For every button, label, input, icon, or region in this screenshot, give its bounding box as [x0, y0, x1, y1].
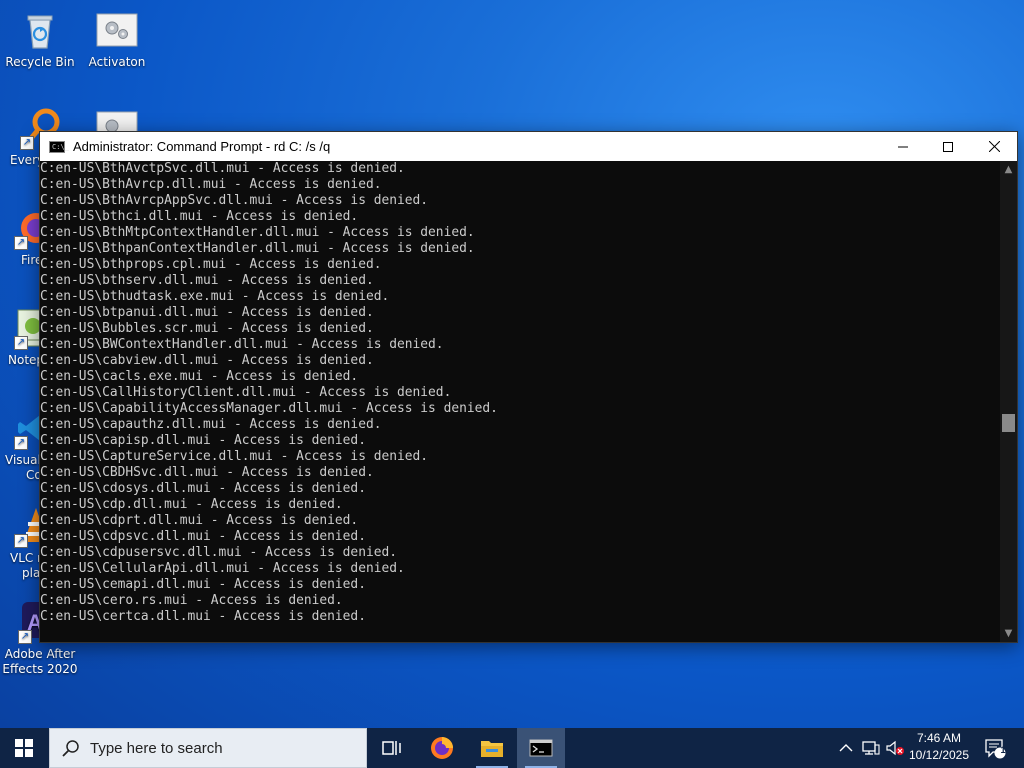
vertical-scrollbar[interactable]: ▲ ▼	[1000, 161, 1017, 642]
shortcut-arrow-icon: ↗	[14, 336, 28, 350]
console-output[interactable]: C:en-US\BthAvctpSvc.dll.mui - Access is …	[40, 161, 1000, 642]
clock-time: 7:46 AM	[916, 731, 962, 745]
recycle-bin-icon	[18, 8, 62, 52]
firefox-icon	[431, 737, 453, 759]
console-line: C:en-US\Bubbles.scr.mui - Access is deni…	[40, 321, 374, 336]
taskbar-firefox[interactable]	[418, 728, 466, 768]
scrollbar-thumb[interactable]	[1002, 413, 1015, 432]
file-explorer-icon	[481, 741, 503, 757]
network-icon	[862, 741, 880, 755]
console-line: C:en-US\certca.dll.mui - Access is denie…	[40, 609, 366, 624]
taskbar: Type here to search 7:46 AM 10/12/2025 1	[0, 728, 1024, 768]
scroll-up-icon[interactable]: ▲	[1000, 161, 1017, 178]
close-button[interactable]	[971, 132, 1017, 161]
console-line: C:en-US\cdp.dll.mui - Access is denied.	[40, 497, 343, 512]
console-line: C:en-US\cdprt.dll.mui - Access is denied…	[40, 513, 359, 528]
console-line: C:en-US\CaptureService.dll.mui - Access …	[40, 449, 429, 464]
console-line: C:en-US\bthprops.cpl.mui - Access is den…	[40, 257, 382, 272]
console-line: C:en-US\BthpanContextHandler.dll.mui - A…	[40, 241, 475, 256]
minimize-button[interactable]	[880, 132, 926, 161]
console-line: C:en-US\BthAvrcp.dll.mui - Access is den…	[40, 177, 382, 192]
close-icon	[988, 141, 1000, 152]
notification-count-badge: 1	[1000, 745, 1006, 755]
taskbar-search-box[interactable]: Type here to search	[49, 728, 367, 768]
console-line: C:en-US\cdpusersvc.dll.mui - Access is d…	[40, 545, 397, 560]
maximize-icon	[943, 141, 953, 152]
scroll-down-icon[interactable]: ▼	[1000, 625, 1017, 642]
command-prompt-icon	[529, 739, 553, 757]
console-line: C:en-US\BWContextHandler.dll.mui - Acces…	[40, 337, 444, 352]
command-prompt-icon: C:\_	[49, 140, 69, 153]
maximize-button[interactable]	[925, 132, 971, 161]
console-line: C:en-US\cabview.dll.mui - Access is deni…	[40, 353, 374, 368]
notification-center-button[interactable]: 1	[980, 728, 1010, 768]
console-line: C:en-US\BthMtpContextHandler.dll.mui - A…	[40, 225, 475, 240]
window-title: Administrator: Command Prompt - rd C: /s…	[73, 139, 331, 154]
shortcut-arrow-icon: ↗	[14, 436, 28, 450]
network-status[interactable]	[860, 728, 882, 768]
console-line: C:en-US\capauthz.dll.mui - Access is den…	[40, 417, 382, 432]
console-line: C:en-US\cero.rs.mui - Access is denied.	[40, 593, 343, 608]
console-line: C:en-US\capisp.dll.mui - Access is denie…	[40, 433, 366, 448]
command-prompt-window[interactable]: C:\_ Administrator: Command Prompt - rd …	[39, 131, 1018, 643]
shortcut-arrow-icon: ↗	[14, 236, 28, 250]
console-line: C:en-US\CallHistoryClient.dll.mui - Acce…	[40, 385, 452, 400]
start-button[interactable]	[0, 728, 48, 768]
volume-muted-icon	[886, 740, 904, 756]
shortcut-arrow-icon: ↗	[14, 534, 28, 548]
console-line: C:en-US\bthudtask.exe.mui - Access is de…	[40, 289, 390, 304]
console-line: C:en-US\btpanui.dll.mui - Access is deni…	[40, 305, 374, 320]
desktop-icon-label: Adobe After	[4, 647, 76, 661]
desktop-icon-label: Recycle Bin	[5, 55, 75, 69]
minimize-icon	[898, 146, 908, 147]
desktop-icon-label-line2: Effects 2020	[2, 662, 78, 676]
desktop-icon-activaton[interactable]: Activaton	[77, 8, 157, 70]
console-line: C:en-US\bthci.dll.mui - Access is denied…	[40, 209, 359, 224]
windows-logo-icon	[15, 739, 33, 757]
console-line: C:en-US\CBDHSvc.dll.mui - Access is deni…	[40, 465, 374, 480]
desktop-icon-recycle-bin[interactable]: Recycle Bin	[0, 8, 80, 70]
show-hidden-icons-button[interactable]	[836, 728, 856, 768]
task-view-button[interactable]	[368, 728, 416, 768]
chevron-up-icon	[839, 744, 853, 752]
console-line: C:en-US\CellularApi.dll.mui - Access is …	[40, 561, 405, 576]
console-line: C:en-US\BthAvctpSvc.dll.mui - Access is …	[40, 161, 405, 176]
title-bar[interactable]: C:\_ Administrator: Command Prompt - rd …	[40, 132, 1017, 161]
search-icon	[62, 740, 79, 757]
console-line: C:en-US\bthserv.dll.mui - Access is deni…	[40, 273, 374, 288]
volume-button[interactable]	[884, 728, 906, 768]
settings-file-icon	[95, 8, 139, 52]
shortcut-arrow-icon: ↗	[18, 630, 32, 644]
clock-date: 10/12/2025	[908, 748, 970, 762]
search-placeholder: Type here to search	[90, 739, 223, 757]
taskbar-clock[interactable]: 7:46 AM 10/12/2025	[904, 730, 974, 766]
desktop-icon-label: Activaton	[88, 55, 146, 69]
taskbar-command-prompt[interactable]	[517, 728, 565, 768]
console-line: C:en-US\cdpsvc.dll.mui - Access is denie…	[40, 529, 366, 544]
shortcut-arrow-icon: ↗	[20, 136, 34, 150]
taskbar-file-explorer[interactable]	[468, 728, 516, 768]
console-line: C:en-US\cemapi.dll.mui - Access is denie…	[40, 577, 366, 592]
console-line: C:en-US\cacls.exe.mui - Access is denied…	[40, 369, 359, 384]
console-line: C:en-US\BthAvrcpAppSvc.dll.mui - Access …	[40, 193, 429, 208]
console-line: C:en-US\cdosys.dll.mui - Access is denie…	[40, 481, 366, 496]
console-line: C:en-US\CapabilityAccessManager.dll.mui …	[40, 401, 498, 416]
task-view-icon	[382, 741, 401, 755]
